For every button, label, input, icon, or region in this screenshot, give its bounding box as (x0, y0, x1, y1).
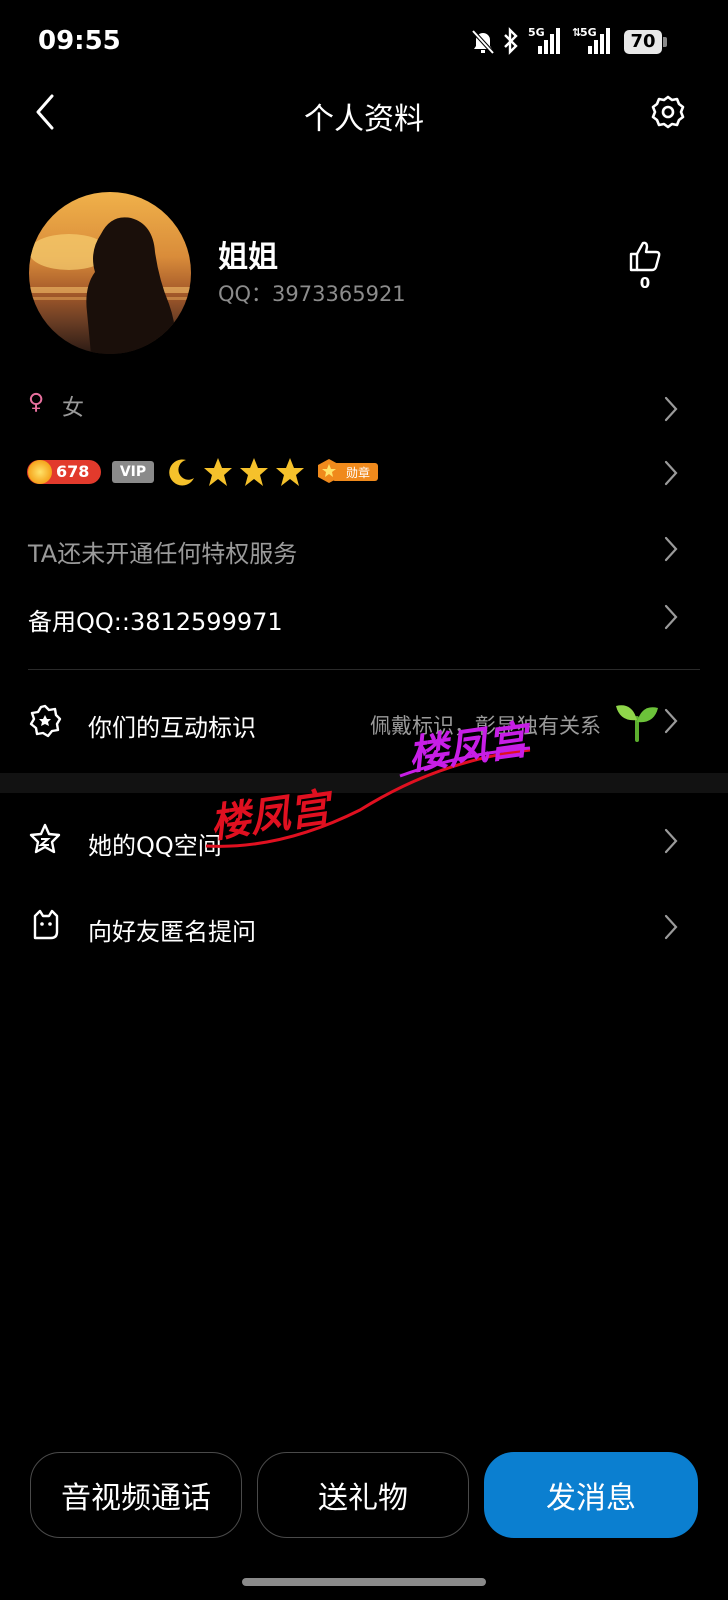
gender-label: 女 (62, 396, 85, 421)
status-time: 09:55 (38, 26, 121, 56)
profile-qq-number: QQ：3973365921 (218, 282, 406, 306)
signal-icon-1: 5G (528, 26, 562, 56)
signal-icon-2: ⇅ 5G (572, 26, 614, 56)
chevron-right-icon (658, 536, 684, 562)
vip-badge: VIP (112, 461, 154, 483)
cat-icon (30, 908, 62, 946)
backup-qq-row[interactable]: 备用QQ::3812599971 (0, 596, 728, 640)
privilege-text: TA还未开通任何特权服务 (28, 540, 298, 568)
menu-item-qzone[interactable]: 她的QQ空间 (0, 812, 728, 868)
send-message-button[interactable]: 发消息 (484, 1452, 698, 1538)
profile-name: 姐姐 (218, 240, 278, 275)
chevron-right-icon (658, 708, 684, 734)
settings-button[interactable] (650, 94, 686, 130)
level-row[interactable]: 678 VIP 勋章 (0, 452, 728, 496)
status-bar: 09:55 5G ⇅ 5G 70 (0, 0, 728, 84)
gear-icon (651, 95, 685, 129)
call-button[interactable]: 音视频通话 (30, 1452, 242, 1538)
chevron-right-icon (658, 396, 684, 422)
female-icon: ♀ (28, 390, 45, 415)
section-gap (0, 773, 728, 793)
sprout-icon (614, 700, 660, 746)
chevron-right-icon (658, 460, 684, 486)
menu-item-label: 向好友匿名提问 (88, 918, 256, 946)
star-icon (238, 456, 270, 492)
thumbs-up-icon (629, 241, 661, 272)
interaction-label: 你们的互动标识 (88, 714, 256, 742)
home-indicator[interactable] (242, 1578, 486, 1586)
coin-count: 678 (56, 462, 90, 481)
chevron-right-icon (658, 828, 684, 854)
chevron-right-icon (658, 914, 684, 940)
gender-row[interactable]: ♀ 女 (0, 384, 728, 436)
badge-icon (28, 704, 62, 742)
divider (28, 669, 700, 670)
interaction-hint: 佩戴标识，彰显独有关系 (370, 714, 601, 738)
medal-badge: 勋章 (316, 458, 380, 484)
star-icon (202, 456, 234, 492)
menu-item-label: 她的QQ空间 (88, 832, 222, 860)
coin-badge: 678 (27, 460, 101, 484)
send-gift-button[interactable]: 送礼物 (257, 1452, 469, 1538)
moon-icon (166, 456, 198, 492)
bluetooth-icon (502, 27, 520, 59)
star-icon (274, 456, 306, 492)
chevron-right-icon (658, 604, 684, 630)
interaction-row[interactable]: 你们的互动标识 佩戴标识，彰显独有关系 (0, 696, 728, 748)
privilege-row[interactable]: TA还未开通任何特权服务 (0, 528, 728, 572)
battery-icon: 70 (624, 30, 662, 54)
like-button[interactable]: 0 (620, 240, 670, 296)
avatar[interactable] (29, 192, 191, 354)
star-outline-icon (28, 822, 62, 860)
coin-icon (28, 460, 52, 484)
menu-item-anonymous-question[interactable]: 向好友匿名提问 (0, 898, 728, 954)
like-count: 0 (639, 274, 651, 292)
bell-muted-icon (470, 28, 496, 60)
backup-qq-text: 备用QQ::3812599971 (28, 608, 283, 636)
medal-label: 勋章 (346, 466, 371, 480)
medal-icon (318, 459, 340, 483)
page-title: 个人资料 (304, 102, 424, 137)
